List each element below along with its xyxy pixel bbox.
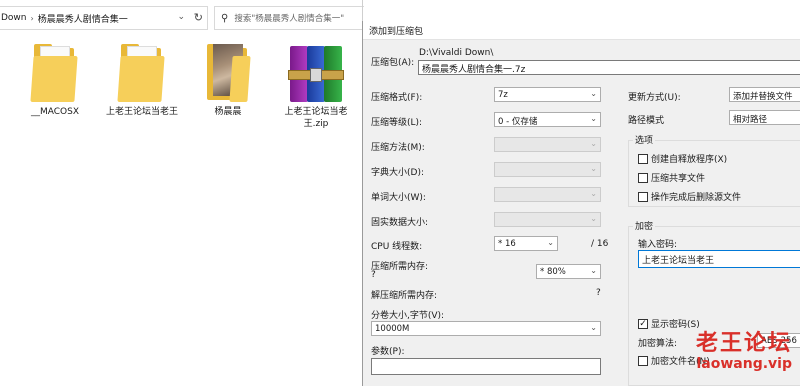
level-label: 压缩等级(L): xyxy=(371,118,423,128)
file-name: 杨晨晨 xyxy=(214,107,242,117)
update-mode-value: 添加并替换文件 xyxy=(733,92,793,102)
create-sfx-checkbox[interactable]: 创建自释放程序(X) xyxy=(638,152,727,165)
address-bar[interactable]: Down › 杨晨晨秀人剧情合集一 ⌄ ↻ xyxy=(0,6,208,30)
compress-memory-label: 压缩所需内存: xyxy=(371,262,429,272)
folder-icon xyxy=(30,42,80,104)
delete-after-label: 操作完成后删除源文件 xyxy=(651,193,742,203)
path-mode-value: 相对路径 xyxy=(733,115,768,125)
chevron-down-icon[interactable]: ⌄ xyxy=(177,12,185,22)
file-item-macosx[interactable]: __MACOSX xyxy=(15,42,95,118)
decompress-memory-value: ? xyxy=(596,288,601,298)
decompress-memory-label: 解压缩所需内存: xyxy=(371,291,438,301)
chevron-down-icon: ⌄ xyxy=(590,189,597,198)
format-select[interactable]: 7z ⌄ xyxy=(494,87,601,102)
encrypt-filenames-label: 加密文件名(N) xyxy=(651,357,710,367)
search-placeholder: 搜索"杨晨晨秀人剧情合集一" xyxy=(234,14,345,24)
encryption-method-label: 加密算法: xyxy=(638,339,678,349)
encryption-group-title: 加密 xyxy=(633,219,656,232)
memory-usage-select[interactable]: * 80% ⌄ xyxy=(536,264,601,279)
breadcrumb-item-current-folder[interactable]: 杨晨晨秀人剧情合集一 xyxy=(38,12,128,25)
checkbox-box xyxy=(638,355,648,366)
delete-after-checkbox[interactable]: 操作完成后删除源文件 xyxy=(638,190,741,203)
dictionary-label: 字典大小(D): xyxy=(371,168,424,178)
parameters-input[interactable] xyxy=(371,358,601,375)
method-select[interactable]: ⌄ xyxy=(494,137,601,152)
checkbox-box xyxy=(638,172,648,183)
solid-size-label: 固实数据大小: xyxy=(371,218,429,228)
cpu-threads-label: CPU 线程数: xyxy=(371,242,423,252)
path-mode-select[interactable]: 相对路径 xyxy=(729,110,800,125)
archive-directory: D:\Vivaldi Down\ xyxy=(419,48,494,58)
chevron-down-icon: ⌄ xyxy=(590,139,597,148)
parameters-label: 参数(P): xyxy=(371,347,405,357)
show-password-checkbox[interactable]: ✓ 显示密码(S) xyxy=(638,317,700,330)
password-label: 输入密码: xyxy=(638,240,678,250)
search-input[interactable]: ⚲ 搜索"杨晨晨秀人剧情合集一" xyxy=(214,6,364,30)
password-input[interactable]: 上老王论坛当老王 xyxy=(638,250,800,268)
encrypt-filenames-checkbox[interactable]: 加密文件名(N) xyxy=(638,354,710,367)
level-value: 0 - 仅存储 xyxy=(498,117,538,127)
archive-name-input[interactable]: 杨晨晨秀人剧情合集一.7z xyxy=(418,60,800,75)
checkbox-box xyxy=(638,153,648,164)
file-item-folder-yangchenchen[interactable]: 杨晨晨 xyxy=(188,42,268,118)
format-label: 压缩格式(F): xyxy=(371,93,423,103)
level-select[interactable]: 0 - 仅存储 ⌄ xyxy=(494,112,601,127)
compress-shared-checkbox[interactable]: 压缩共享文件 xyxy=(638,171,705,184)
options-group-title: 选项 xyxy=(633,133,656,146)
encryption-method-value: AES-256 xyxy=(761,336,797,346)
chevron-down-icon: ⌄ xyxy=(590,266,597,275)
compress-shared-label: 压缩共享文件 xyxy=(651,174,706,184)
cpu-threads-total: / 16 xyxy=(591,239,609,249)
word-size-select[interactable]: ⌄ xyxy=(494,187,601,202)
file-name: 上老王论坛当老王 xyxy=(105,107,178,117)
compress-memory-value: ? xyxy=(371,270,376,280)
file-name: __MACOSX xyxy=(30,107,79,117)
refresh-icon[interactable]: ↻ xyxy=(194,11,203,24)
format-value: 7z xyxy=(498,90,508,100)
split-size-value: 10000M xyxy=(375,324,410,334)
split-size-label: 分卷大小,字节(V): xyxy=(371,311,445,321)
add-to-archive-dialog: 添加到压缩包 压缩包(A): D:\Vivaldi Down\ 杨晨晨秀人剧情合… xyxy=(362,21,800,386)
solid-size-select[interactable]: ⌄ xyxy=(494,212,601,227)
checkbox-box: ✓ xyxy=(638,318,648,329)
create-sfx-label: 创建自释放程序(X) xyxy=(651,155,728,165)
chevron-down-icon: ⌄ xyxy=(590,214,597,223)
show-password-label: 显示密码(S) xyxy=(651,320,700,330)
chevron-down-icon: ⌄ xyxy=(590,114,597,123)
encryption-method-select[interactable]: AES-256 xyxy=(757,333,800,348)
chevron-down-icon: ⌄ xyxy=(590,323,597,332)
search-icon: ⚲ xyxy=(221,12,229,24)
cpu-threads-value: * 16 xyxy=(498,239,516,249)
method-label: 压缩方法(M): xyxy=(371,143,425,153)
path-mode-label: 路径模式 xyxy=(628,116,665,126)
dictionary-select[interactable]: ⌄ xyxy=(494,162,601,177)
cpu-threads-select[interactable]: * 16 ⌄ xyxy=(494,236,558,251)
winrar-archive-icon xyxy=(288,44,344,104)
file-name: 上老王论坛当老王.zip xyxy=(284,107,348,129)
chevron-down-icon: ⌄ xyxy=(590,164,597,173)
folder-photo-icon xyxy=(203,42,253,104)
chevron-down-icon: ⌄ xyxy=(590,89,597,98)
file-item-zip[interactable]: 上老王论坛当老王.zip xyxy=(276,42,356,130)
dialog-title: 添加到压缩包 xyxy=(363,21,800,40)
memory-usage-value: * 80% xyxy=(540,267,566,277)
checkbox-box xyxy=(638,191,648,202)
file-item-folder-laowang[interactable]: 上老王论坛当老王 xyxy=(102,42,182,118)
breadcrumb-item-down[interactable]: Down xyxy=(1,13,27,23)
update-mode-label: 更新方式(U): xyxy=(628,93,681,103)
breadcrumb-separator-icon: › xyxy=(30,13,34,23)
folder-icon xyxy=(117,42,167,104)
archive-label: 压缩包(A): xyxy=(371,58,415,68)
split-size-select[interactable]: 10000M ⌄ xyxy=(371,321,601,336)
update-mode-select[interactable]: 添加并替换文件 xyxy=(729,87,800,102)
chevron-down-icon: ⌄ xyxy=(547,238,554,247)
word-size-label: 单词大小(W): xyxy=(371,193,426,203)
